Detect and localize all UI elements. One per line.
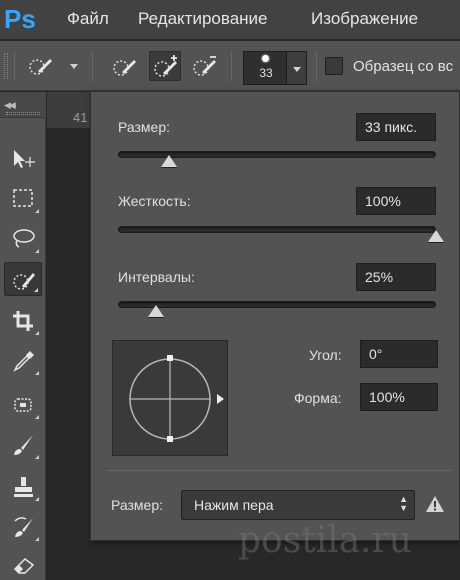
- quick-selection-icon[interactable]: [28, 55, 52, 77]
- hardness-label: Жесткость:: [118, 193, 191, 209]
- menu-edit[interactable]: Редактирование: [138, 0, 268, 40]
- brush-icon: [14, 435, 33, 455]
- history-brush-icon: [14, 517, 33, 537]
- spacing-slider-track[interactable]: [118, 301, 436, 308]
- options-separator: [14, 51, 15, 81]
- brush-picker-dropdown[interactable]: [287, 51, 307, 85]
- document-tab-title[interactable]: 41: [73, 110, 87, 125]
- eyedropper-icon: [13, 351, 34, 372]
- collapse-icon[interactable]: ◀◀: [4, 100, 16, 111]
- select-arrows-icon: ▲ ▼: [399, 494, 408, 513]
- quick-selection-tool[interactable]: [4, 262, 42, 296]
- tools-panel: ◀◀: [0, 92, 46, 580]
- menu-bar: Ps Файл Редактирование Изображение: [0, 0, 460, 40]
- angle-roundness-widget[interactable]: [112, 340, 228, 456]
- warning-icon: [426, 496, 444, 512]
- brush-preset-panel: Размер: 33 пикс. Жесткость: 100% Интерва…: [90, 91, 460, 541]
- move-tool[interactable]: [4, 142, 42, 176]
- marquee-tool[interactable]: [4, 182, 42, 216]
- lasso-icon: [13, 229, 35, 248]
- options-separator: [316, 51, 317, 81]
- options-bar-grip[interactable]: [4, 53, 8, 79]
- menu-image[interactable]: Изображение: [311, 0, 418, 40]
- eraser-tool[interactable]: [4, 548, 42, 580]
- new-selection-icon: [113, 60, 136, 76]
- size-field[interactable]: 33 пикс.: [356, 113, 436, 141]
- new-selection-button[interactable]: [109, 51, 141, 81]
- healing-brush-icon: [14, 398, 32, 412]
- tool-preset-dropdown[interactable]: [70, 64, 78, 69]
- add-to-selection-button[interactable]: [149, 51, 181, 81]
- tools-panel-header: ◀◀: [0, 92, 46, 118]
- healing-brush-tool[interactable]: [4, 388, 42, 422]
- menu-file[interactable]: Файл: [67, 0, 109, 40]
- size-label: Размер:: [118, 119, 171, 135]
- spacing-slider-thumb[interactable]: [148, 305, 165, 317]
- hardness-field[interactable]: 100%: [356, 187, 436, 215]
- brush-size-value: 33: [259, 66, 273, 80]
- brush-tip-icon: [262, 55, 269, 62]
- lasso-tool[interactable]: [4, 222, 42, 256]
- roundness-label: Форма:: [294, 390, 342, 406]
- sample-all-layers-label: Образец со вс: [353, 58, 454, 75]
- clone-stamp-icon: [14, 477, 33, 497]
- crop-icon: [13, 311, 33, 331]
- subtract-from-selection-button[interactable]: [189, 51, 221, 81]
- panel-divider: [106, 470, 452, 471]
- brush-tool[interactable]: [4, 428, 42, 462]
- spacing-field[interactable]: 25%: [356, 263, 436, 291]
- hardness-slider-thumb[interactable]: [428, 230, 444, 242]
- size-slider-thumb[interactable]: [160, 155, 177, 167]
- brush-preset-picker[interactable]: 33: [243, 51, 287, 85]
- options-separator: [92, 51, 93, 81]
- pen-size-control-select[interactable]: Нажим пера ▲ ▼: [181, 490, 415, 520]
- move-icon: [14, 150, 35, 168]
- tools-panel-grip[interactable]: [6, 112, 40, 115]
- chevron-down-icon: [293, 67, 301, 72]
- pen-size-control-value: Нажим пера: [194, 497, 274, 513]
- pen-size-label: Размер:: [111, 497, 164, 513]
- history-brush-tool[interactable]: [4, 510, 42, 544]
- roundness-field[interactable]: 100%: [360, 383, 438, 411]
- spacing-label: Интервалы:: [118, 269, 195, 285]
- marquee-icon: [13, 189, 33, 207]
- options-separator: [231, 51, 232, 81]
- eraser-icon: [13, 558, 35, 574]
- sample-all-layers-checkbox[interactable]: [325, 57, 343, 75]
- watermark: postila.ru: [238, 520, 412, 561]
- clone-stamp-tool[interactable]: [4, 470, 42, 504]
- angle-field[interactable]: 0°: [360, 340, 438, 368]
- crop-tool[interactable]: [4, 304, 42, 338]
- hardness-slider-track[interactable]: [118, 226, 436, 233]
- angle-label: Угол:: [309, 347, 342, 363]
- options-bar: 33 Образец со вс: [0, 41, 460, 91]
- subtract-selection-icon: [193, 56, 216, 76]
- brush-tip-shape-icon: [129, 355, 224, 442]
- photoshop-logo: Ps: [4, 4, 36, 34]
- eyedropper-tool[interactable]: [4, 344, 42, 378]
- add-selection-icon: [154, 55, 177, 77]
